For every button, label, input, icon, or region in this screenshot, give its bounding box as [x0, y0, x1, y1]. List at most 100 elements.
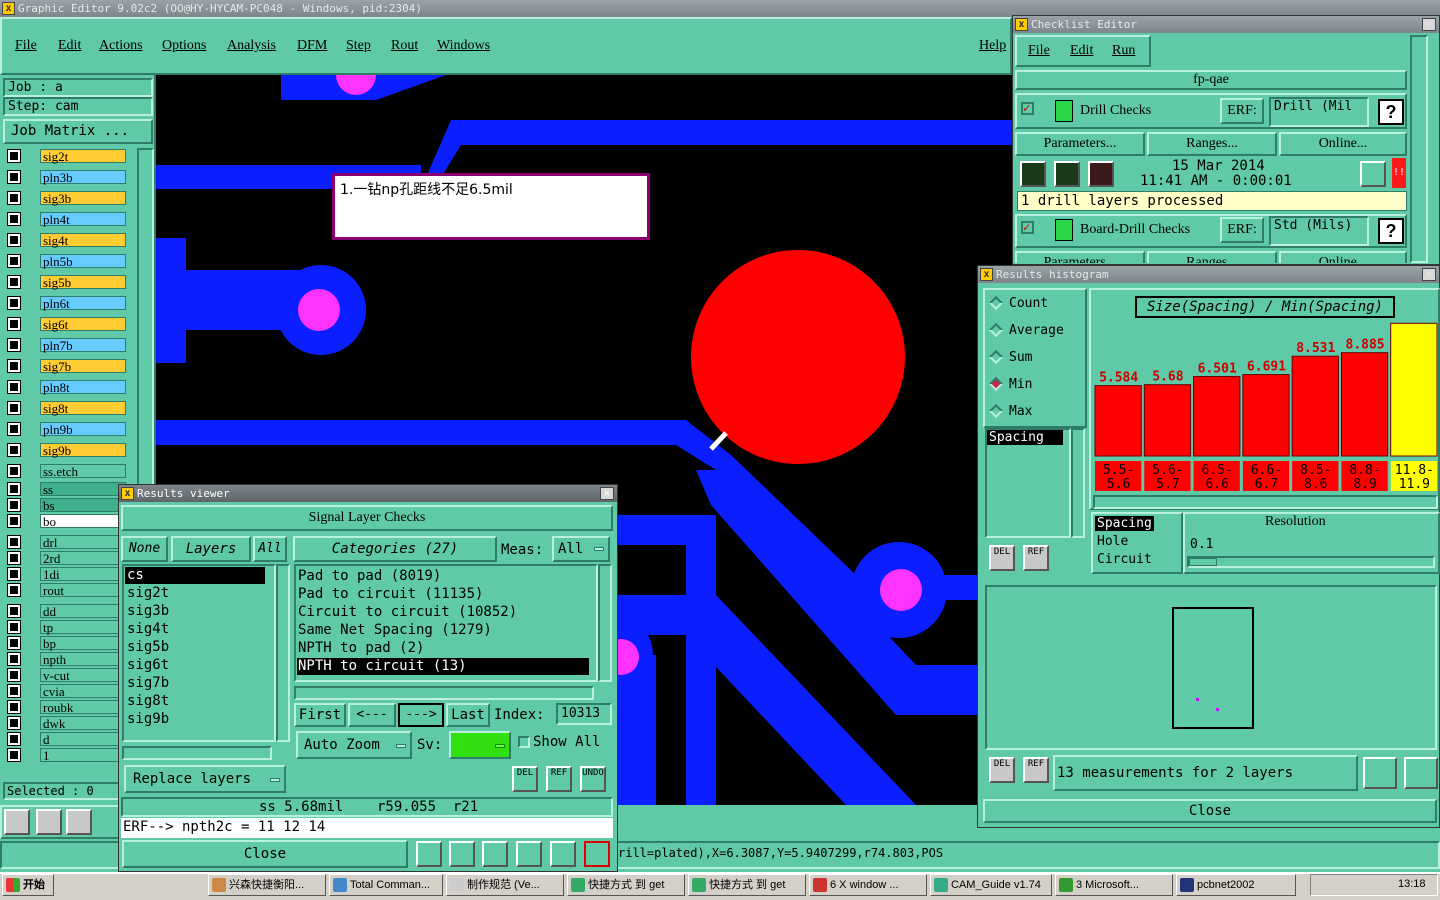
- board-parameters-button[interactable]: Parameters...: [1015, 251, 1145, 263]
- board-help-button[interactable]: ?: [1378, 218, 1404, 244]
- checklist-titlebar[interactable]: x Checklist Editor ✕: [1013, 16, 1439, 33]
- layer-name[interactable]: d: [40, 732, 126, 747]
- layer-name[interactable]: drl: [40, 535, 126, 550]
- layer-checkbox[interactable]: [7, 338, 21, 352]
- layer-checkbox[interactable]: [7, 636, 21, 650]
- layer-checkbox[interactable]: [7, 275, 21, 289]
- layer-name[interactable]: sig5b: [40, 275, 126, 290]
- layer-checkbox[interactable]: [7, 535, 21, 549]
- layer-checkbox[interactable]: [7, 684, 21, 698]
- mode-max[interactable]: Max: [987, 402, 1083, 422]
- layer-checkbox[interactable]: [7, 700, 21, 714]
- layer-result-item[interactable]: sig2t: [125, 585, 265, 602]
- layer-name[interactable]: bp: [40, 636, 126, 651]
- category-list-scrollbar[interactable]: [598, 564, 612, 682]
- layer-checkbox[interactable]: [7, 464, 21, 478]
- histogram-bar[interactable]: [1340, 352, 1389, 457]
- layer-name[interactable]: sig6t: [40, 317, 126, 332]
- layer-row[interactable]: sig3b: [4, 190, 126, 206]
- taskbar-item[interactable]: 3 Microsoft...: [1055, 874, 1173, 896]
- board-drill-label[interactable]: Board-Drill Checks: [1080, 222, 1190, 238]
- layer-name[interactable]: roubk: [40, 700, 126, 715]
- histogram-bar[interactable]: [1291, 355, 1339, 457]
- results-close-button[interactable]: Close: [122, 840, 408, 868]
- layer-row[interactable]: cvia: [4, 683, 126, 699]
- board-drill-checkbox[interactable]: ✓: [1021, 221, 1034, 234]
- layer-checkbox[interactable]: [7, 567, 21, 581]
- results-undo-button[interactable]: UNDO: [580, 766, 606, 792]
- taskbar-item[interactable]: pcbnet2002: [1176, 874, 1296, 896]
- layer-checkbox[interactable]: [7, 254, 21, 268]
- drill-checks-label[interactable]: Drill Checks: [1080, 103, 1151, 119]
- layer-result-item[interactable]: sig7b: [125, 675, 265, 692]
- menu-help[interactable]: Help: [979, 38, 1006, 54]
- layers-all-button[interactable]: All: [253, 536, 287, 562]
- layer-row[interactable]: roubk: [4, 699, 126, 715]
- category-item[interactable]: NPTH to pad (2): [297, 640, 589, 657]
- layer-checkbox[interactable]: [7, 317, 21, 331]
- layer-result-item[interactable]: cs: [125, 567, 265, 584]
- layer-row[interactable]: tp: [4, 619, 126, 635]
- replace-layers-dropdown[interactable]: Replace layers: [124, 765, 286, 793]
- layer-row[interactable]: drl: [4, 534, 126, 550]
- layer-result-item[interactable]: sig3b: [125, 603, 265, 620]
- run-check-all-icon[interactable]: [1054, 161, 1080, 187]
- layer-checkbox[interactable]: [7, 380, 21, 394]
- hist-del-button-2[interactable]: DEL: [989, 757, 1015, 783]
- layers-button[interactable]: Layers: [171, 536, 251, 562]
- layer-row[interactable]: rout: [4, 582, 126, 598]
- layer-checkbox[interactable]: [7, 716, 21, 730]
- histogram-bar[interactable]: [1193, 375, 1241, 457]
- type-spacing[interactable]: Spacing: [1095, 516, 1154, 531]
- category-item[interactable]: Same Net Spacing (1279): [297, 622, 589, 639]
- layer-name[interactable]: sig7b: [40, 359, 126, 374]
- mode-count[interactable]: Count: [987, 294, 1083, 314]
- layer-name[interactable]: 1di: [40, 567, 126, 582]
- layer-result-item[interactable]: sig8t: [125, 693, 265, 710]
- checklist-menu-file[interactable]: File: [1028, 43, 1050, 59]
- layer-row[interactable]: pln9b: [4, 421, 126, 437]
- layer-row[interactable]: d: [4, 731, 126, 747]
- category-item[interactable]: Pad to pad (8019): [297, 568, 589, 585]
- grid-tool-icon[interactable]: [66, 809, 92, 835]
- layer-name[interactable]: dd: [40, 604, 126, 619]
- layer-name[interactable]: bo: [40, 514, 126, 529]
- histogram-bar[interactable]: [1242, 374, 1290, 457]
- histogram-bar[interactable]: [1094, 385, 1142, 457]
- menu-step[interactable]: Step: [346, 38, 371, 54]
- layer-name[interactable]: 2rd: [40, 551, 126, 566]
- layer-row[interactable]: pln6t: [4, 295, 126, 311]
- layer-row[interactable]: sig8t: [4, 400, 126, 416]
- layer-row[interactable]: bs: [4, 497, 126, 513]
- measure-tool-icon[interactable]: [36, 809, 62, 835]
- layer-name[interactable]: sig2t: [40, 149, 126, 164]
- taskbar-item[interactable]: 制作规范 (Ve...: [446, 874, 564, 896]
- layer-row[interactable]: pln4t: [4, 211, 126, 227]
- results-tool-1-icon[interactable]: [416, 841, 442, 867]
- zoom-result-icon[interactable]: [1360, 161, 1386, 187]
- layer-name[interactable]: sig8t: [40, 401, 126, 416]
- menu-rout[interactable]: Rout: [391, 38, 418, 54]
- menu-actions[interactable]: Actions: [99, 38, 143, 54]
- layer-result-item[interactable]: sig5b: [125, 639, 265, 656]
- taskbar-item[interactable]: CAM_Guide v1.74: [930, 874, 1052, 896]
- layer-row[interactable]: pln7b: [4, 337, 126, 353]
- auto-zoom-dropdown[interactable]: Auto Zoom: [296, 731, 412, 759]
- layer-name[interactable]: bs: [40, 498, 126, 513]
- type-circuit[interactable]: Circuit: [1095, 552, 1154, 567]
- layer-checkbox[interactable]: [7, 401, 21, 415]
- checklist-menu-edit[interactable]: Edit: [1070, 43, 1093, 59]
- drill-online-button[interactable]: Online...: [1279, 132, 1407, 156]
- checklist-close-icon[interactable]: ✕: [1422, 18, 1436, 31]
- results-del-button[interactable]: DEL: [512, 766, 538, 792]
- layer-checkbox[interactable]: [7, 482, 21, 496]
- layer-checkbox[interactable]: [7, 422, 21, 436]
- layer-row[interactable]: sig2t: [4, 148, 126, 164]
- type-hole[interactable]: Hole: [1095, 534, 1130, 549]
- layer-checkbox[interactable]: [7, 149, 21, 163]
- layer-name[interactable]: pln6t: [40, 296, 126, 311]
- next-button[interactable]: --->: [398, 703, 444, 727]
- layer-row[interactable]: bo: [4, 513, 126, 529]
- layer-row[interactable]: sig7b: [4, 358, 126, 374]
- menu-options[interactable]: Options: [162, 38, 206, 54]
